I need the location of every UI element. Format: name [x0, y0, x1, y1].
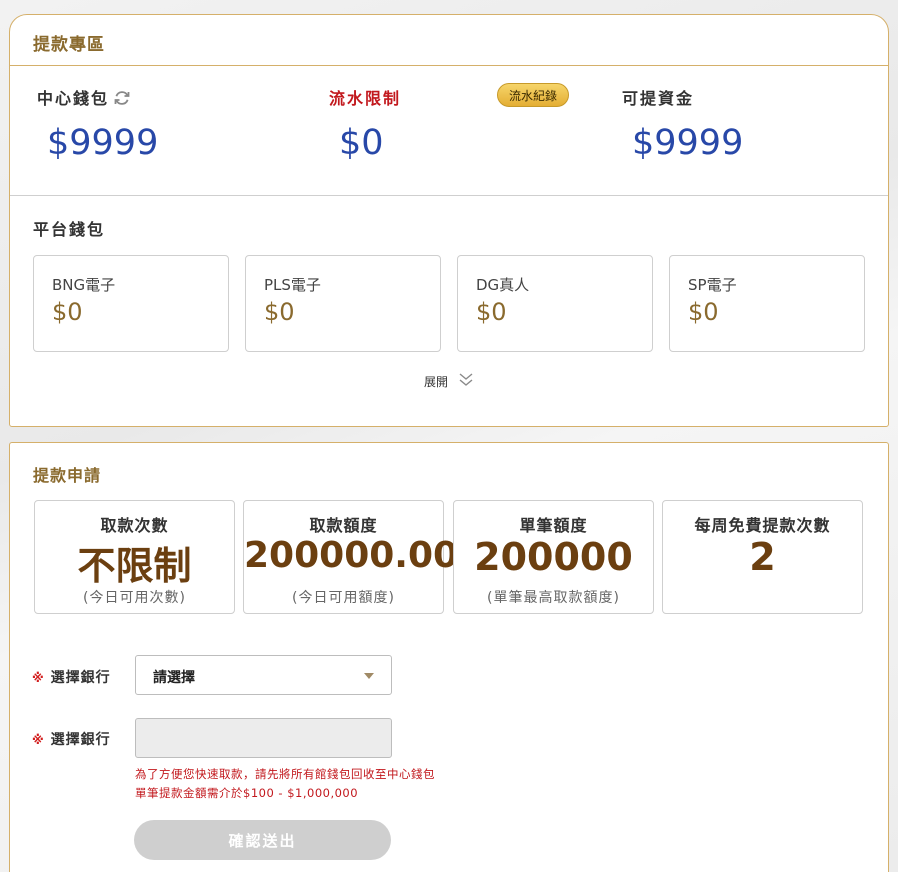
wallet-name: DG真人	[476, 276, 530, 294]
expand-label: 展開	[424, 375, 449, 389]
bank-select-label: ※ 選擇銀行	[32, 667, 111, 687]
limit-card-single-amount: 單筆額度 200000 (單筆最高取款額度)	[453, 500, 654, 614]
limit-note: (今日可用額度)	[292, 590, 395, 606]
bank-select-value: 請選擇	[153, 670, 195, 686]
wallet-name: BNG電子	[52, 276, 116, 294]
limit-title: 每周免費提款次數	[694, 516, 831, 535]
withdraw-zone-title: 提款專區	[33, 35, 105, 55]
withdraw-zone-panel: 提款專區 中心錢包 $9999 流水限制 流水紀錄 $0 可提資金 $9999 …	[9, 14, 889, 427]
bank-input-label-text: 選擇銀行	[50, 732, 111, 748]
withdrawable-label: 可提資金	[622, 89, 695, 108]
turnover-limit-label: 流水限制	[329, 89, 402, 108]
limit-card-withdraw-amount: 取款額度 200000.00 (今日可用額度)	[243, 500, 459, 614]
limit-title: 取款次數	[100, 516, 169, 535]
bank-input-label: ※ 選擇銀行	[32, 729, 111, 749]
limit-value: 200000.00	[244, 535, 459, 576]
limit-value: 2	[749, 535, 776, 579]
center-wallet-label: 中心錢包	[37, 89, 110, 108]
limit-card-weekly-free: 每周免費提款次數 2	[662, 500, 863, 614]
wallet-amount: $0	[688, 298, 719, 326]
platform-wallet-heading: 平台錢包	[33, 220, 106, 239]
limit-value: 不限制	[77, 544, 192, 588]
wallet-amount: $0	[264, 298, 295, 326]
wallet-card: SP電子 $0	[669, 255, 865, 352]
limit-card-withdraw-count: 取款次數 不限制 (今日可用次數)	[34, 500, 235, 614]
required-mark: ※	[32, 733, 45, 747]
double-chevron-down-icon	[458, 373, 474, 390]
expand-wallets-button[interactable]: 展開	[424, 373, 474, 390]
bank-select[interactable]: 請選擇	[135, 655, 392, 695]
turnover-limit-value: $0	[339, 123, 384, 163]
wallet-amount: $0	[476, 298, 507, 326]
wallet-amount: $0	[52, 298, 83, 326]
limit-note: (今日可用次數)	[83, 590, 186, 606]
center-wallet-label-group: 中心錢包	[37, 85, 131, 111]
wallet-name: SP電子	[688, 276, 737, 294]
withdraw-apply-panel: 提款申請 取款次數 不限制 (今日可用次數) 取款額度 200000.00 (今…	[9, 442, 889, 872]
bank-input[interactable]	[135, 718, 392, 758]
wallet-card: BNG電子 $0	[33, 255, 229, 352]
withdrawable-value: $9999	[632, 123, 744, 163]
bank-select-label-text: 選擇銀行	[50, 670, 111, 686]
limit-note: (單筆最高取款額度)	[487, 590, 620, 606]
refresh-icon[interactable]	[113, 89, 131, 111]
turnover-record-button[interactable]: 流水紀錄	[497, 83, 569, 107]
caret-down-icon	[364, 673, 374, 679]
wallet-card: DG真人 $0	[457, 255, 653, 352]
limit-title: 取款額度	[309, 516, 378, 535]
section-divider	[10, 195, 888, 196]
hint-amount-range: 單筆提款金額需介於$100 - $1,000,000	[135, 786, 359, 800]
required-mark: ※	[32, 671, 45, 685]
submit-button[interactable]: 確認送出	[134, 820, 391, 860]
limit-title: 單筆額度	[519, 516, 588, 535]
center-wallet-value: $9999	[47, 123, 159, 163]
hint-recycle-wallet: 為了方便您快速取款，請先將所有館錢包回收至中心錢包	[135, 767, 435, 781]
withdraw-apply-title: 提款申請	[33, 466, 102, 485]
wallet-name: PLS電子	[264, 276, 321, 294]
wallet-card: PLS電子 $0	[245, 255, 441, 352]
limit-value: 200000	[474, 535, 633, 579]
header-divider	[10, 65, 888, 66]
